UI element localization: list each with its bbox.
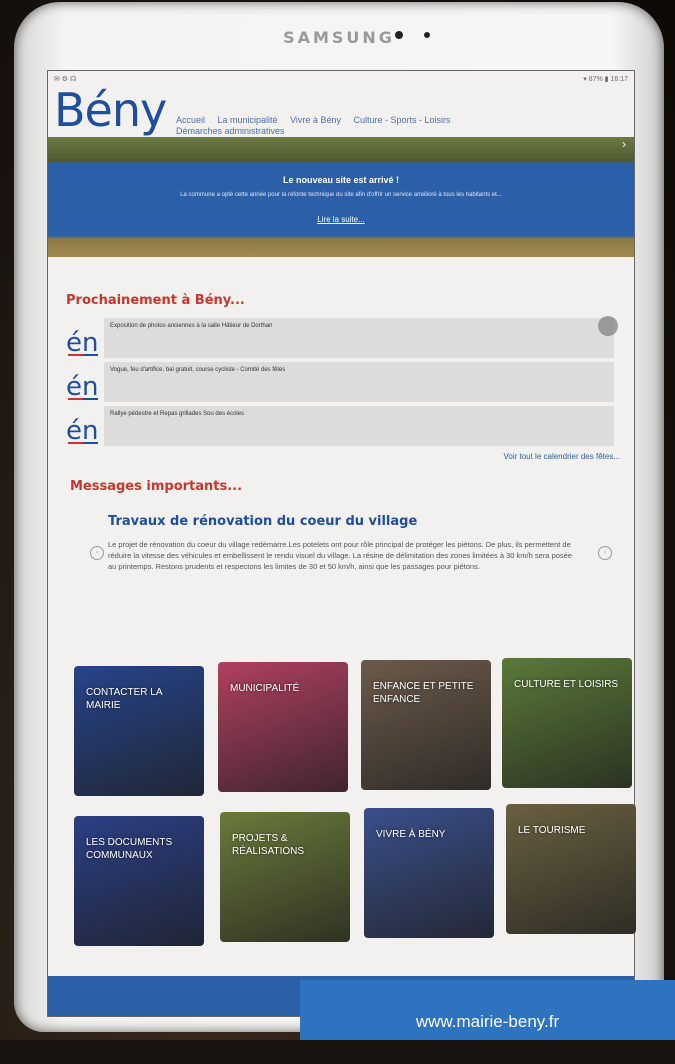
message-title: Travaux de rénovation du coeur du villag… xyxy=(108,514,418,529)
site-header: Bény Accueil La municipalité Vivre à Bén… xyxy=(48,83,634,137)
scroll-indicator[interactable] xyxy=(598,316,618,336)
read-more-link[interactable]: Lire la suite... xyxy=(48,215,634,224)
nav-item-accueil[interactable]: Accueil xyxy=(176,115,205,125)
event-list: én Exposition de photos anciennes à la s… xyxy=(48,316,634,448)
event-logo-icon: én xyxy=(66,416,99,446)
tile-tourisme[interactable]: LE TOURISME xyxy=(506,804,636,934)
list-item[interactable]: én Rallye pédestre et Repas grillades So… xyxy=(66,406,624,448)
calendar-link[interactable]: Voir tout le calendrier des fêtes... xyxy=(48,452,634,461)
message-body: Le projet de rénovation du coeur du vill… xyxy=(108,540,573,571)
tile-projets[interactable]: PROJETS & RÉALISATIONS xyxy=(220,812,350,942)
site-logo[interactable]: Bény xyxy=(54,83,167,137)
news-text: La commune a opté cette année pour la re… xyxy=(180,192,502,198)
event-logo-icon: én xyxy=(66,372,99,402)
event-text: Vogue, feu d'artifice, bal gratuit, cour… xyxy=(110,367,286,373)
url-banner: www.mairie-beny.fr xyxy=(300,980,675,1040)
chevron-left-icon[interactable]: ‹ xyxy=(90,546,104,560)
chevron-right-icon[interactable]: › xyxy=(622,137,626,151)
tile-label: LE TOURISME xyxy=(518,825,586,836)
tile-label: CONTACTER LA MAIRIE xyxy=(86,687,162,711)
message-carousel: ‹ › Travaux de rénovation du coeur du vi… xyxy=(78,514,612,634)
event-text: Rallye pédestre et Repas grillades Sou d… xyxy=(110,411,245,417)
news-hero: › Le nouveau site est arrivé ! La commun… xyxy=(48,137,634,257)
nav-item-municipalite[interactable]: La municipalité xyxy=(218,115,278,125)
tile-culture[interactable]: CULTURE ET LOISIRS xyxy=(502,658,632,788)
upcoming-title: Prochainement à Bény... xyxy=(66,293,245,308)
tile-municipalite[interactable]: MUNICIPALITÉ xyxy=(218,662,348,792)
tile-label: CULTURE ET LOISIRS xyxy=(514,679,619,690)
tile-label: PROJETS & RÉALISATIONS xyxy=(232,833,305,857)
nav-item-culture[interactable]: Culture - Sports - Loisirs xyxy=(353,115,450,125)
sensor-icon xyxy=(424,32,430,38)
list-item[interactable]: én Exposition de photos anciennes à la s… xyxy=(66,316,624,360)
status-icons-left: ✉ ⚙ ☊ xyxy=(54,76,77,83)
tile-label: VIVRE À BÉNY xyxy=(376,829,446,840)
main-nav: Accueil La municipalité Vivre à Bény Cul… xyxy=(176,115,626,137)
messages-title: Messages importants... xyxy=(70,479,243,494)
tile-label: ENFANCE ET PETITE ENFANCE xyxy=(373,681,474,705)
tile-vivre[interactable]: VIVRE À BÉNY xyxy=(364,808,494,938)
tile-enfance[interactable]: ENFANCE ET PETITE ENFANCE xyxy=(361,660,491,790)
chevron-right-icon[interactable]: › xyxy=(598,546,612,560)
nav-item-vivre[interactable]: Vivre à Bény xyxy=(290,115,341,125)
news-title: Le nouveau site est arrivé ! xyxy=(282,175,400,185)
event-logo-icon: én xyxy=(66,328,99,358)
front-camera-icon xyxy=(395,31,403,39)
list-item[interactable]: én Vogue, feu d'artifice, bal gratuit, c… xyxy=(66,362,624,404)
tile-contact[interactable]: CONTACTER LA MAIRIE xyxy=(74,666,204,796)
event-text: Exposition de photos anciennes à la sall… xyxy=(110,323,273,329)
status-icons-right: ▾ 87% ▮ 16:17 xyxy=(583,76,628,83)
nav-item-demarches[interactable]: Démarches administratives xyxy=(176,126,285,136)
tile-label: LES DOCUMENTS COMMUNAUX xyxy=(86,837,173,861)
device-brand: SAMSUNG xyxy=(283,28,395,47)
tile-label: MUNICIPALITÉ xyxy=(230,683,300,694)
tile-documents[interactable]: LES DOCUMENTS COMMUNAUX xyxy=(74,816,204,946)
